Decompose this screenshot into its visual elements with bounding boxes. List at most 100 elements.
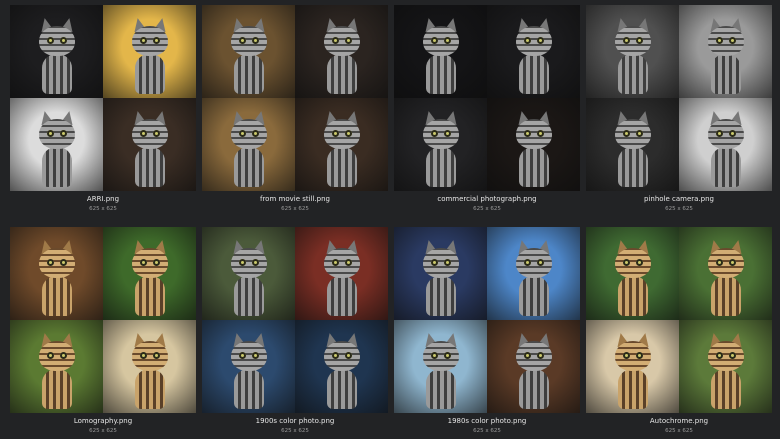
kitten-figure [612,109,654,187]
file-name: Autochrome.png [649,417,709,425]
file-tile-autochrome[interactable]: Autochrome.png 625 x 625 [586,227,772,437]
thumbnail[interactable] [202,227,388,413]
kitten-body [617,54,648,94]
kitten-figure [420,109,462,187]
kitten-eye [635,259,643,266]
kitten-head [323,341,360,371]
file-tile-1980s-color-photo[interactable]: 1980s color photo.png 625 x 625 [394,227,580,437]
kitten-body [233,276,264,316]
kitten-eye [728,37,736,44]
kitten-head [614,248,651,278]
file-dimensions: 625 x 625 [473,206,501,212]
kitten-eye [59,37,67,44]
kitten-body [710,147,741,187]
kitten-eye [728,259,736,266]
kitten-figure [513,331,555,409]
kitten-figure [36,238,78,316]
kitten-eye [152,37,160,44]
kitten-eye [344,259,352,266]
kitten-head [230,119,267,149]
kitten-body [425,54,456,94]
thumbnail[interactable] [10,5,196,191]
kitten-eye [251,130,259,137]
thumbnail-quadrant [202,98,295,191]
kitten-eye [139,352,147,359]
thumbnail[interactable] [10,227,196,413]
kitten-body [326,54,357,94]
kitten-head [422,341,459,371]
kitten-figure [129,109,171,187]
file-dimensions: 625 x 625 [665,428,693,434]
kitten-eye [715,130,723,137]
kitten-figure [321,238,363,316]
kitten-figure [36,331,78,409]
file-tile-pinhole-camera[interactable]: pinhole camera.png 625 x 625 [586,5,772,215]
kitten-body [617,147,648,187]
file-tile-lomography[interactable]: Lomography.png 625 x 625 [10,227,196,437]
thumbnail[interactable] [394,5,580,191]
kitten-eye [46,352,54,359]
thumbnail-quadrant [487,5,580,98]
kitten-body [326,276,357,316]
kitten-eye [536,352,544,359]
kitten-figure [420,331,462,409]
kitten-eye [635,37,643,44]
kitten-body [518,147,549,187]
kitten-body [710,369,741,409]
kitten-figure [612,331,654,409]
thumbnail[interactable] [394,227,580,413]
file-dimensions: 625 x 625 [473,428,501,434]
file-dimensions: 625 x 625 [89,428,117,434]
kitten-head [422,119,459,149]
kitten-body [134,147,165,187]
thumbnail[interactable] [202,5,388,191]
thumbnail[interactable] [586,5,772,191]
kitten-eye [622,352,630,359]
kitten-eye [238,130,246,137]
kitten-body [233,369,264,409]
thumbnail-quadrant [10,227,103,320]
kitten-eye [331,259,339,266]
thumbnail-quadrant [586,98,679,191]
kitten-eye [728,130,736,137]
kitten-eye [344,352,352,359]
file-name: commercial photograph.png [437,195,537,203]
kitten-body [518,54,549,94]
kitten-figure [129,238,171,316]
file-tile-1900s-color-photo[interactable]: 1900s color photo.png 625 x 625 [202,227,388,437]
kitten-body [326,369,357,409]
file-tile-commercial-photograph[interactable]: commercial photograph.png 625 x 625 [394,5,580,215]
kitten-head [707,341,744,371]
thumbnail-quadrant [679,227,772,320]
kitten-figure [513,238,555,316]
kitten-body [425,147,456,187]
thumbnail-quadrant [487,320,580,413]
file-tile-from-movie-still[interactable]: from movie still.png 625 x 625 [202,5,388,215]
file-tile-arri[interactable]: ARRI.png 625 x 625 [10,5,196,215]
kitten-figure [420,16,462,94]
kitten-eye [523,259,531,266]
kitten-figure [612,238,654,316]
kitten-figure [705,109,747,187]
thumbnail[interactable] [586,227,772,413]
kitten-eye [331,37,339,44]
kitten-body [233,54,264,94]
thumbnail-quadrant [586,227,679,320]
kitten-figure [321,331,363,409]
thumbnail-quadrant [202,320,295,413]
kitten-eye [635,352,643,359]
kitten-figure [228,16,270,94]
kitten-eye [622,37,630,44]
kitten-head [230,341,267,371]
kitten-eye [251,37,259,44]
kitten-head [422,248,459,278]
kitten-eye [430,37,438,44]
kitten-eye [536,130,544,137]
kitten-eye [139,130,147,137]
kitten-eye [635,130,643,137]
kitten-figure [129,331,171,409]
kitten-head [38,119,75,149]
kitten-eye [622,259,630,266]
thumbnail-quadrant [103,320,196,413]
thumbnail-quadrant [10,98,103,191]
